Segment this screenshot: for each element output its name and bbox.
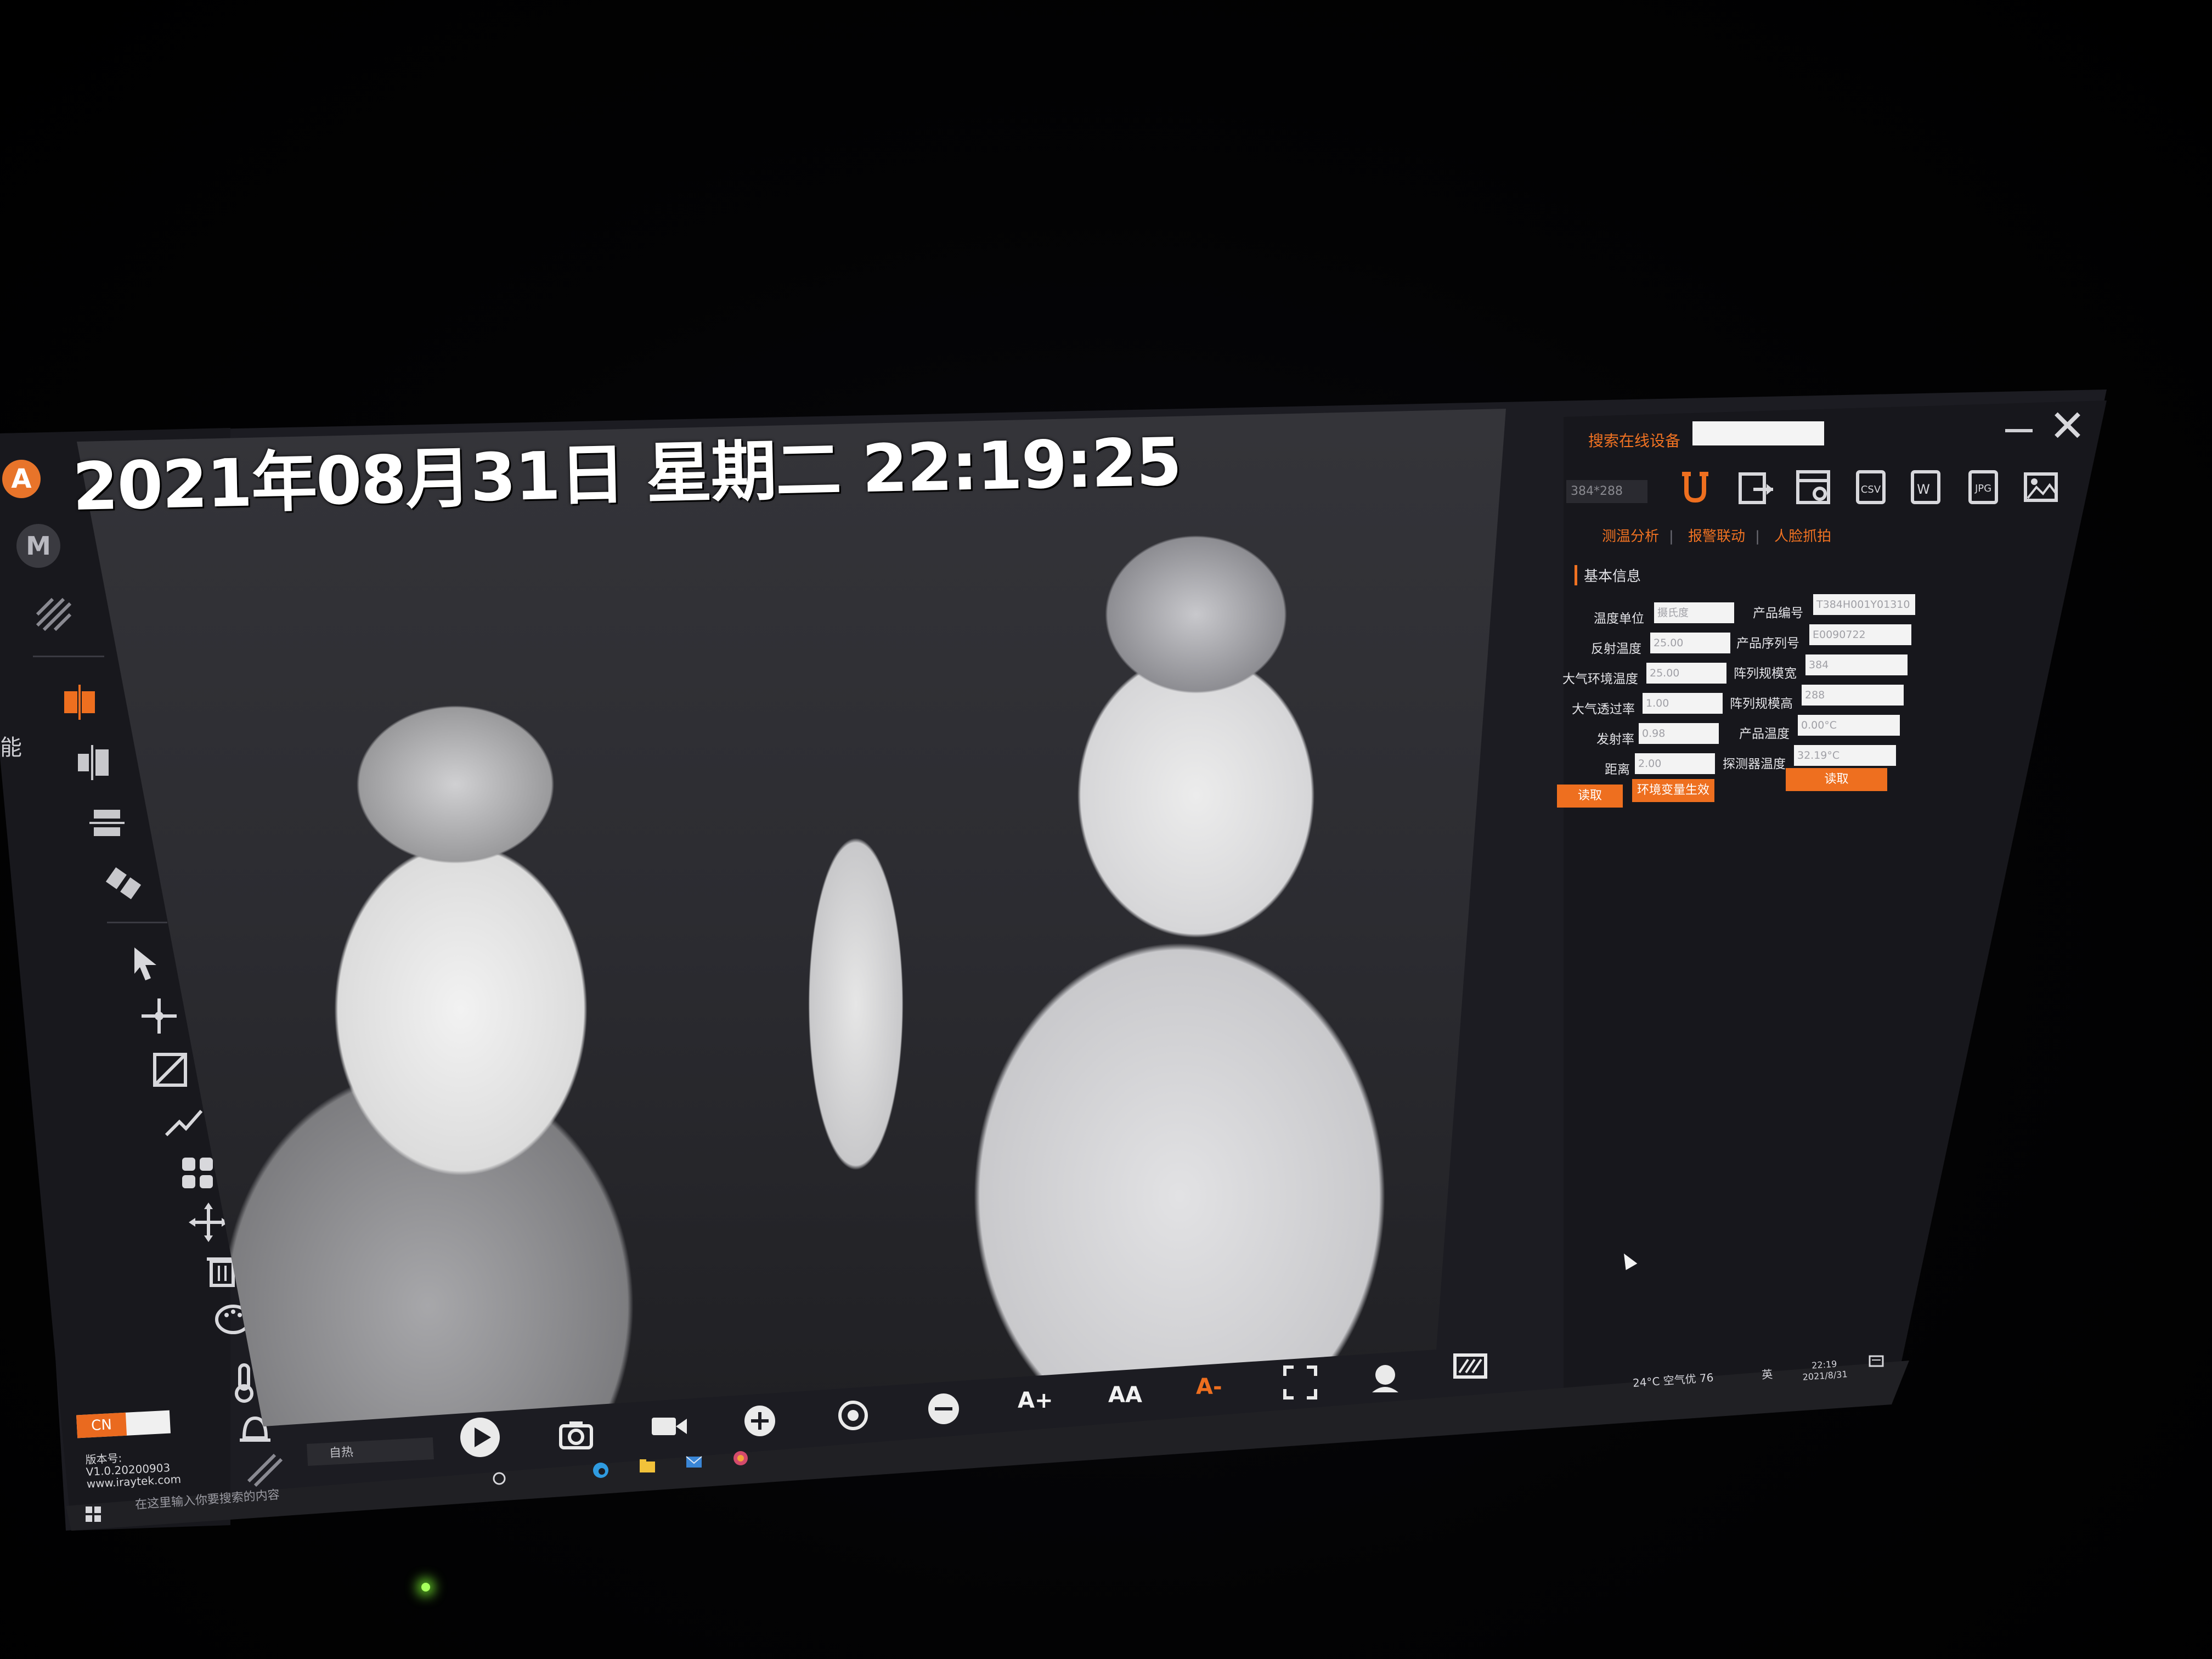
face-detect-icon[interactable] bbox=[1363, 1355, 1407, 1399]
file-explorer-icon[interactable] bbox=[636, 1455, 658, 1477]
device-search-input[interactable] bbox=[1692, 421, 1824, 445]
language-toggle[interactable]: CN bbox=[76, 1410, 171, 1438]
notification-icon[interactable] bbox=[1865, 1351, 1887, 1373]
jpg-icon[interactable]: JPG bbox=[1961, 465, 2005, 509]
image-mode-icon[interactable] bbox=[1448, 1344, 1492, 1388]
zoom-out-text-button[interactable]: A- bbox=[1196, 1374, 1222, 1400]
array-height-field[interactable]: 288 bbox=[1802, 685, 1904, 706]
read-button-right[interactable]: 读取 bbox=[1786, 768, 1887, 791]
field-label: 距离 bbox=[1605, 763, 1630, 777]
field-label: 大气透过率 bbox=[1572, 702, 1635, 716]
read-button-left[interactable]: 读取 bbox=[1557, 785, 1623, 808]
tray-ime[interactable]: 英 bbox=[1761, 1365, 1773, 1382]
temperature-unit-field[interactable]: 摄氏度 bbox=[1654, 602, 1734, 623]
field-label: 产品温度 bbox=[1739, 727, 1790, 741]
edge-browser-icon[interactable] bbox=[590, 1459, 612, 1481]
field-label: 大气环境温度 bbox=[1562, 672, 1638, 686]
mail-icon[interactable] bbox=[683, 1451, 705, 1473]
field-label: 发射率 bbox=[1596, 732, 1634, 747]
usb-connect-icon[interactable] bbox=[1673, 465, 1717, 509]
array-width-field[interactable]: 384 bbox=[1805, 654, 1908, 675]
transmittance-field[interactable]: 1.00 bbox=[1643, 693, 1723, 714]
word-icon[interactable]: W bbox=[1904, 465, 1948, 509]
distance-field[interactable]: 2.00 bbox=[1635, 753, 1715, 774]
version-info: 版本号: V1.0.20200903 www.iraytek.com bbox=[85, 1449, 182, 1491]
minimize-button[interactable] bbox=[2005, 429, 2033, 432]
zoom-in-text-button[interactable]: A+ bbox=[1018, 1388, 1053, 1413]
field-label: 产品编号 bbox=[1753, 606, 1803, 620]
reflected-temperature-field[interactable]: 25.00 bbox=[1650, 633, 1730, 653]
settings-list-icon[interactable] bbox=[1791, 465, 1835, 509]
field-label: 阵列规模高 bbox=[1730, 697, 1793, 711]
search-devices-button[interactable]: 搜索在线设备 bbox=[1588, 429, 1680, 451]
tab-alarm-linkage[interactable]: 报警联动 bbox=[1688, 528, 1745, 545]
pointer-icon[interactable] bbox=[123, 941, 167, 985]
product-temperature-field[interactable]: 0.00°C bbox=[1798, 715, 1900, 736]
play-icon[interactable] bbox=[458, 1415, 502, 1459]
stripes-icon[interactable] bbox=[33, 592, 77, 636]
area-box-icon[interactable] bbox=[148, 1048, 192, 1092]
csv-icon[interactable]: CSV bbox=[1849, 465, 1893, 509]
resolution-field[interactable]: 384*288 bbox=[1566, 480, 1647, 503]
app-logo[interactable]: A bbox=[2, 460, 41, 498]
focus-icon[interactable] bbox=[831, 1393, 875, 1437]
split-vertical-icon[interactable] bbox=[71, 741, 115, 785]
serial-number-field[interactable]: E0090722 bbox=[1809, 624, 1911, 645]
field-label: 反射温度 bbox=[1591, 642, 1641, 656]
split-view-icon[interactable] bbox=[58, 680, 101, 724]
export-icon[interactable] bbox=[1734, 465, 1778, 509]
tab-separator: | bbox=[1669, 528, 1674, 545]
image-icon[interactable] bbox=[2019, 465, 2063, 509]
fullscreen-icon[interactable] bbox=[1278, 1361, 1322, 1404]
field-label: 温度单位 bbox=[1594, 612, 1644, 626]
toolbar-divider bbox=[33, 656, 104, 657]
svg-text:W: W bbox=[1917, 482, 1930, 497]
close-button[interactable]: ✕ bbox=[2049, 400, 2086, 452]
crosshair-icon[interactable] bbox=[137, 994, 181, 1038]
font-size-button[interactable]: AA bbox=[1108, 1383, 1142, 1408]
panel-tabs: 测温分析 | 报警联动 | 人脸抓拍 bbox=[1602, 525, 1841, 545]
detector-temperature-field[interactable]: 32.19°C bbox=[1794, 745, 1896, 766]
product-id-field[interactable]: T384H001Y01310 bbox=[1813, 594, 1915, 615]
emissivity-field[interactable]: 0.98 bbox=[1639, 723, 1719, 744]
windows-start-icon[interactable] bbox=[82, 1503, 104, 1525]
section-title: 基本信息 bbox=[1575, 565, 1641, 585]
task-view-icon[interactable] bbox=[488, 1468, 510, 1489]
toolbar-divider bbox=[107, 922, 167, 923]
video-record-icon[interactable] bbox=[647, 1404, 691, 1448]
svg-text:JPG: JPG bbox=[1974, 483, 1991, 494]
mode-badge[interactable]: M bbox=[16, 524, 60, 568]
ambient-temperature-field[interactable]: 25.00 bbox=[1646, 663, 1726, 684]
subtract-icon[interactable] bbox=[922, 1387, 966, 1431]
line-icon[interactable] bbox=[162, 1100, 206, 1144]
tray-clock[interactable]: 22:19 2021/8/31 bbox=[1802, 1358, 1848, 1383]
browser-app-icon[interactable] bbox=[730, 1447, 752, 1469]
split-horizontal-icon[interactable] bbox=[85, 801, 129, 845]
svg-text:CSV: CSV bbox=[1861, 484, 1881, 495]
language-cn[interactable]: CN bbox=[76, 1412, 127, 1438]
camera-icon[interactable] bbox=[554, 1413, 598, 1457]
tab-separator: | bbox=[1755, 528, 1760, 545]
add-icon[interactable] bbox=[738, 1399, 782, 1443]
field-label: 产品序列号 bbox=[1736, 636, 1799, 651]
field-label: 阵列规模宽 bbox=[1734, 667, 1797, 681]
tab-face-capture[interactable]: 人脸抓拍 bbox=[1774, 528, 1831, 545]
monitor-power-led bbox=[421, 1583, 430, 1592]
apply-environment-button[interactable]: 环境变量生效 bbox=[1632, 779, 1714, 802]
side-label: 能 bbox=[0, 735, 22, 760]
tiles-icon[interactable] bbox=[101, 861, 145, 905]
tab-temperature-analysis[interactable]: 测温分析 bbox=[1602, 528, 1659, 545]
field-label: 探测器温度 bbox=[1723, 757, 1786, 771]
